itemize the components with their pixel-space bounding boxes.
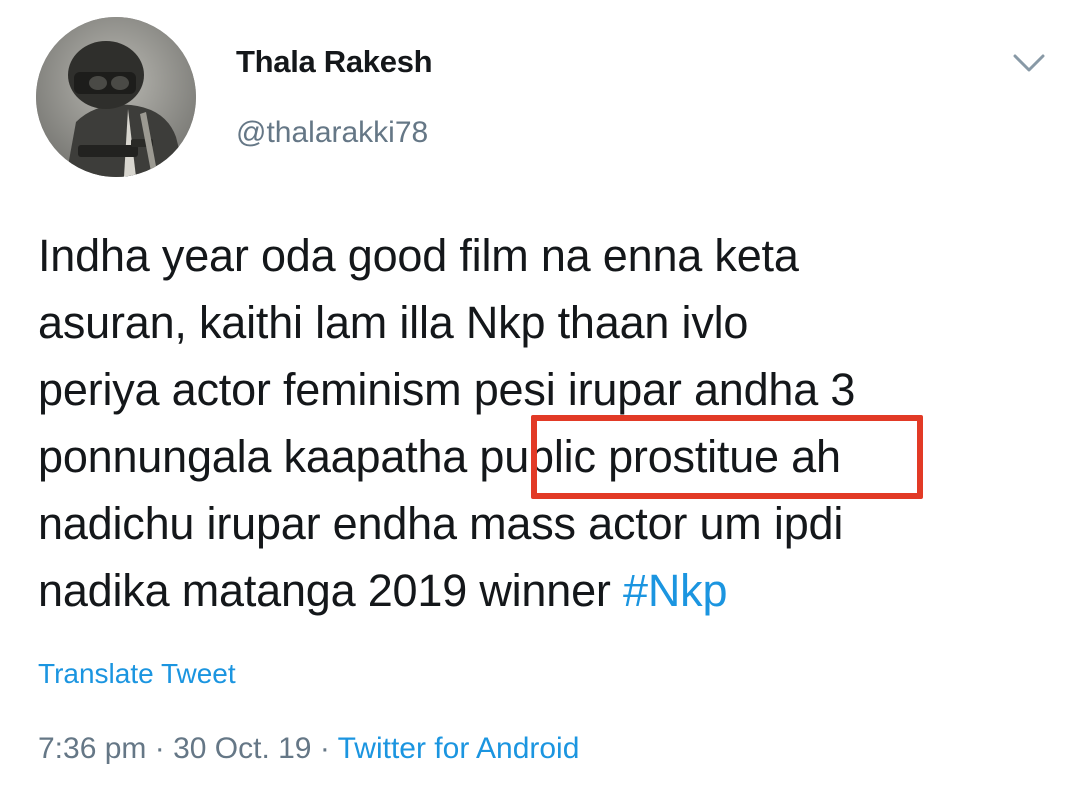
tweet-text-line: periya actor feminism pesi irupar andha … — [38, 364, 856, 415]
tweet-card: Thala Rakesh @thalarakki78 Indha year od… — [0, 0, 1079, 796]
display-name[interactable]: Thala Rakesh — [236, 44, 433, 80]
tweet-text-line: nadichu irupar endha mass actor um ipdi — [38, 498, 844, 549]
meta-separator: · — [311, 732, 338, 765]
user-handle[interactable]: @thalarakki78 — [236, 116, 428, 150]
translate-tweet-link[interactable]: Translate Tweet — [38, 658, 236, 690]
tweet-text-line-last: nadika matanga 2019 winner #Nkp — [38, 557, 1048, 624]
tweet-text-line: nadika matanga 2019 winner — [38, 565, 624, 616]
tweet-meta: 7:36 pm · 30 Oct. 19 · Twitter for Andro… — [38, 732, 579, 766]
avatar[interactable] — [36, 17, 196, 177]
highlight-annotation-box — [531, 415, 923, 499]
tweet-text-line: asuran, kaithi lam illa Nkp thaan ivlo — [38, 297, 749, 348]
hashtag-link[interactable]: #Nkp — [623, 565, 727, 616]
chevron-down-icon[interactable] — [1012, 52, 1046, 74]
avatar-image — [36, 17, 196, 177]
tweet-time: 7:36 pm — [38, 732, 147, 765]
tweet-source-link[interactable]: Twitter for Android — [338, 732, 580, 765]
tweet-date: 30 Oct. 19 — [173, 732, 312, 765]
tweet-text-line: Indha year oda good film na enna keta — [38, 230, 799, 281]
meta-separator: · — [146, 732, 174, 765]
